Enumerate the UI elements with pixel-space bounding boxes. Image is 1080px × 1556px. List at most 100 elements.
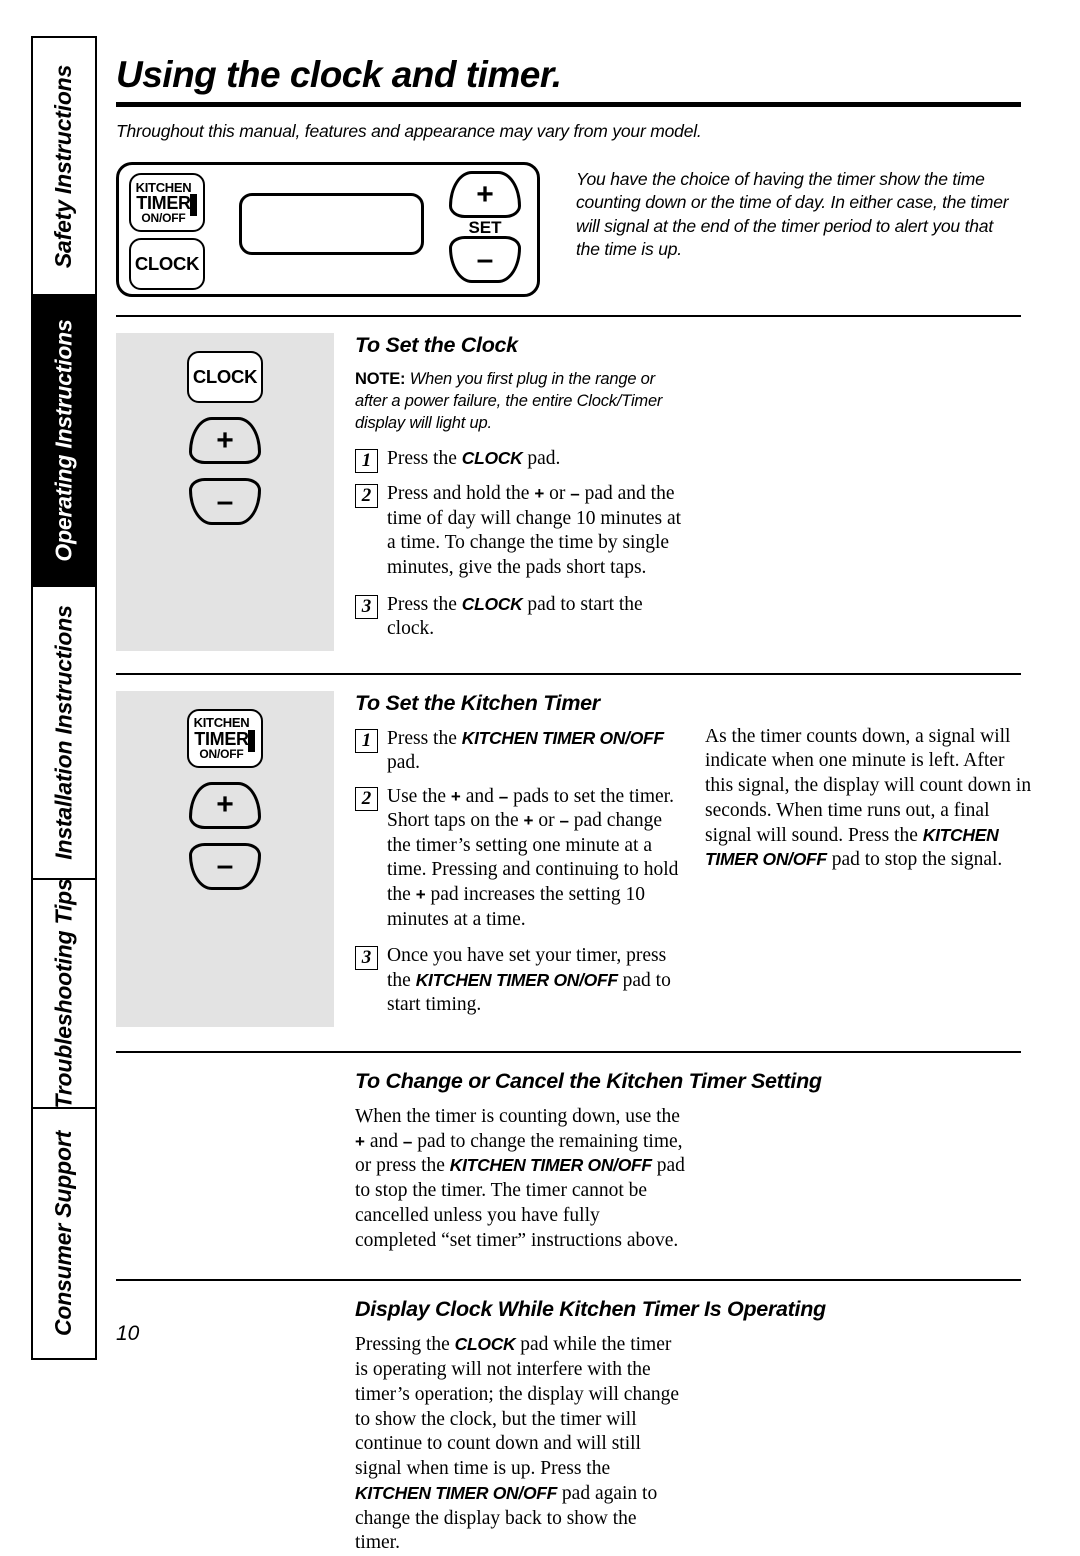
step-number: 3 [355, 946, 378, 971]
plus-symbol: + [355, 1131, 365, 1151]
note-label: NOTE: [355, 370, 406, 388]
spacer-column [116, 1297, 334, 1556]
section-heading: To Set the Clock [355, 333, 518, 357]
plus-pad[interactable]: + [189, 781, 261, 829]
plus-icon: + [216, 788, 234, 822]
sidebar-item-installation-instructions[interactable]: Installation Instructions [33, 586, 95, 880]
change-cancel-body: To Change or Cancel the Kitchen Timer Se… [334, 1069, 1021, 1254]
step-text: Press the CLOCK pad to start the clock. [387, 593, 687, 642]
page-content: Using the clock and timer. Throughout th… [116, 36, 1031, 1556]
kitchen-timer-pad-line3: ON/OFF [199, 746, 244, 761]
plus-symbol: + [523, 811, 534, 831]
pad-reference: KITCHEN TIMER ON/OFF [461, 727, 664, 748]
set-timer-illustration: KITCHEN TIMER ON/OFF + – [116, 690, 334, 1027]
set-label: SET [468, 218, 502, 237]
set-pads-group: + SET – [449, 171, 521, 283]
text-a: Pressing the [355, 1334, 455, 1356]
pad-reference: CLOCK [461, 448, 523, 469]
step-text: Once you have set your timer, press the … [387, 944, 687, 1018]
clock-pad[interactable]: CLOCK [129, 238, 205, 290]
set-clock-steps: 1 Press the CLOCK pad. 2 Press and hold … [355, 447, 1021, 641]
text-b: pad while the timer is operating will no… [355, 1334, 680, 1480]
sidebar-item-label: Consumer Support [50, 1130, 77, 1336]
control-panel-illustration: KITCHEN TIMER ON/OFF CLOCK + SET – [116, 162, 540, 297]
step-text: Press the CLOCK pad. [387, 447, 687, 473]
step-text-pre: Press the [387, 448, 462, 470]
clock-pad[interactable]: CLOCK [187, 351, 263, 403]
step-number: 2 [355, 484, 378, 509]
change-cancel-text: When the timer is counting down, use the… [355, 1105, 685, 1254]
sidebar-item-label: Safety Instructions [50, 64, 77, 268]
sidebar-item-safety-instructions[interactable]: Safety Instructions [33, 38, 95, 297]
pad-reference: CLOCK [454, 1334, 516, 1355]
plus-pad[interactable]: + [449, 171, 521, 218]
control-panel-left-pads: KITCHEN TIMER ON/OFF CLOCK [129, 173, 205, 290]
title-divider [116, 102, 1021, 107]
list-item: 3 Press the CLOCK pad to start the clock… [355, 593, 1021, 642]
sidebar-item-operating-instructions[interactable]: Operating Instructions [33, 296, 95, 587]
plus-icon: + [476, 177, 494, 211]
minus-icon: – [216, 849, 234, 883]
section-change-cancel: To Change or Cancel the Kitchen Timer Se… [116, 1069, 1021, 1254]
step-text-a: Press and hold the [387, 483, 535, 505]
list-item: 1 Press the KITCHEN TIMER ON/OFF pad. [355, 727, 687, 776]
kitchen-timer-pad-line2: TIMER [136, 192, 191, 213]
pad-reference: KITCHEN TIMER ON/OFF [355, 1482, 558, 1503]
minus-symbol: – [498, 786, 509, 806]
sidebar-item-label: Troubleshooting Tips [50, 879, 77, 1109]
pad-reference: CLOCK [461, 593, 523, 614]
set-clock-illustration: CLOCK + – [116, 333, 334, 651]
kitchen-timer-onoff-pad[interactable]: KITCHEN TIMER ON/OFF [187, 708, 263, 768]
indicator-bar-icon [190, 194, 197, 216]
plus-symbol: + [534, 484, 545, 504]
intro-text: Throughout this manual, features and app… [116, 121, 702, 141]
step-text-pre: Press the [387, 727, 462, 749]
sidebar-item-consumer-support[interactable]: Consumer Support [33, 1108, 95, 1359]
minus-pad[interactable]: – [449, 236, 521, 283]
clock-pad-label: CLOCK [134, 252, 200, 274]
minus-symbol: – [570, 484, 580, 504]
step-number: 2 [355, 786, 378, 811]
step-text-b: or [544, 483, 571, 505]
step-number: 3 [355, 594, 378, 619]
pad-reference: KITCHEN TIMER ON/OFF [449, 1155, 652, 1176]
kitchen-timer-pad-line1: KITCHEN [135, 179, 192, 195]
minus-pad[interactable]: – [189, 842, 261, 890]
text-a: When the timer is counting down, use the [355, 1105, 680, 1127]
minus-icon: – [476, 242, 494, 276]
page-title: Using the clock and timer. [116, 54, 562, 95]
set-clock-note: NOTE: When you first plug in the range o… [355, 369, 673, 434]
display-window [239, 193, 424, 255]
step-text-post: pad. [522, 448, 561, 470]
set-clock-body: To Set the Clock NOTE: When you first pl… [334, 333, 1021, 651]
indicator-bar-icon [248, 729, 255, 752]
kitchen-timer-pad-line3: ON/OFF [141, 211, 186, 226]
set-timer-body: To Set the Kitchen Timer 1 Press the KIT… [334, 691, 687, 1027]
sidebar-item-label: Operating Instructions [50, 319, 77, 562]
section-set-clock: CLOCK + – To Set the Clock NOTE: When yo… [116, 333, 1021, 651]
plus-pad[interactable]: + [189, 417, 261, 464]
side-note-b: pad to stop the signal. [826, 849, 1003, 871]
minus-pad[interactable]: – [189, 478, 261, 525]
text-b: and [364, 1130, 403, 1152]
sidebar-item-troubleshooting-tips[interactable]: Troubleshooting Tips [33, 879, 95, 1109]
list-item: 2 Use the + and – pads to set the timer.… [355, 785, 687, 932]
list-item: 2 Press and hold the + or – pad and the … [355, 482, 1021, 580]
divider-1 [116, 315, 1021, 317]
kitchen-timer-onoff-pad[interactable]: KITCHEN TIMER ON/OFF [129, 173, 205, 232]
kitchen-timer-pad-line2: TIMER [194, 728, 249, 749]
section-display-clock: Display Clock While Kitchen Timer Is Ope… [116, 1297, 1021, 1556]
step-text-d: or [533, 810, 560, 832]
step-text-post: pad. [387, 752, 421, 774]
step-number: 1 [355, 449, 378, 474]
display-clock-body: Display Clock While Kitchen Timer Is Ope… [334, 1297, 1021, 1556]
pad-reference: KITCHEN TIMER ON/OFF [415, 969, 618, 990]
list-item: 1 Press the CLOCK pad. [355, 447, 1021, 474]
minus-symbol: – [402, 1131, 413, 1151]
page-number: 10 [116, 1322, 140, 1345]
sidebar-item-label: Installation Instructions [50, 605, 77, 860]
display-clock-text: Pressing the CLOCK pad while the timer i… [355, 1333, 685, 1556]
minus-symbol: – [559, 811, 569, 831]
minus-icon: – [216, 484, 234, 518]
section-set-kitchen-timer: KITCHEN TIMER ON/OFF + – To Set the Kitc… [116, 690, 1031, 1027]
